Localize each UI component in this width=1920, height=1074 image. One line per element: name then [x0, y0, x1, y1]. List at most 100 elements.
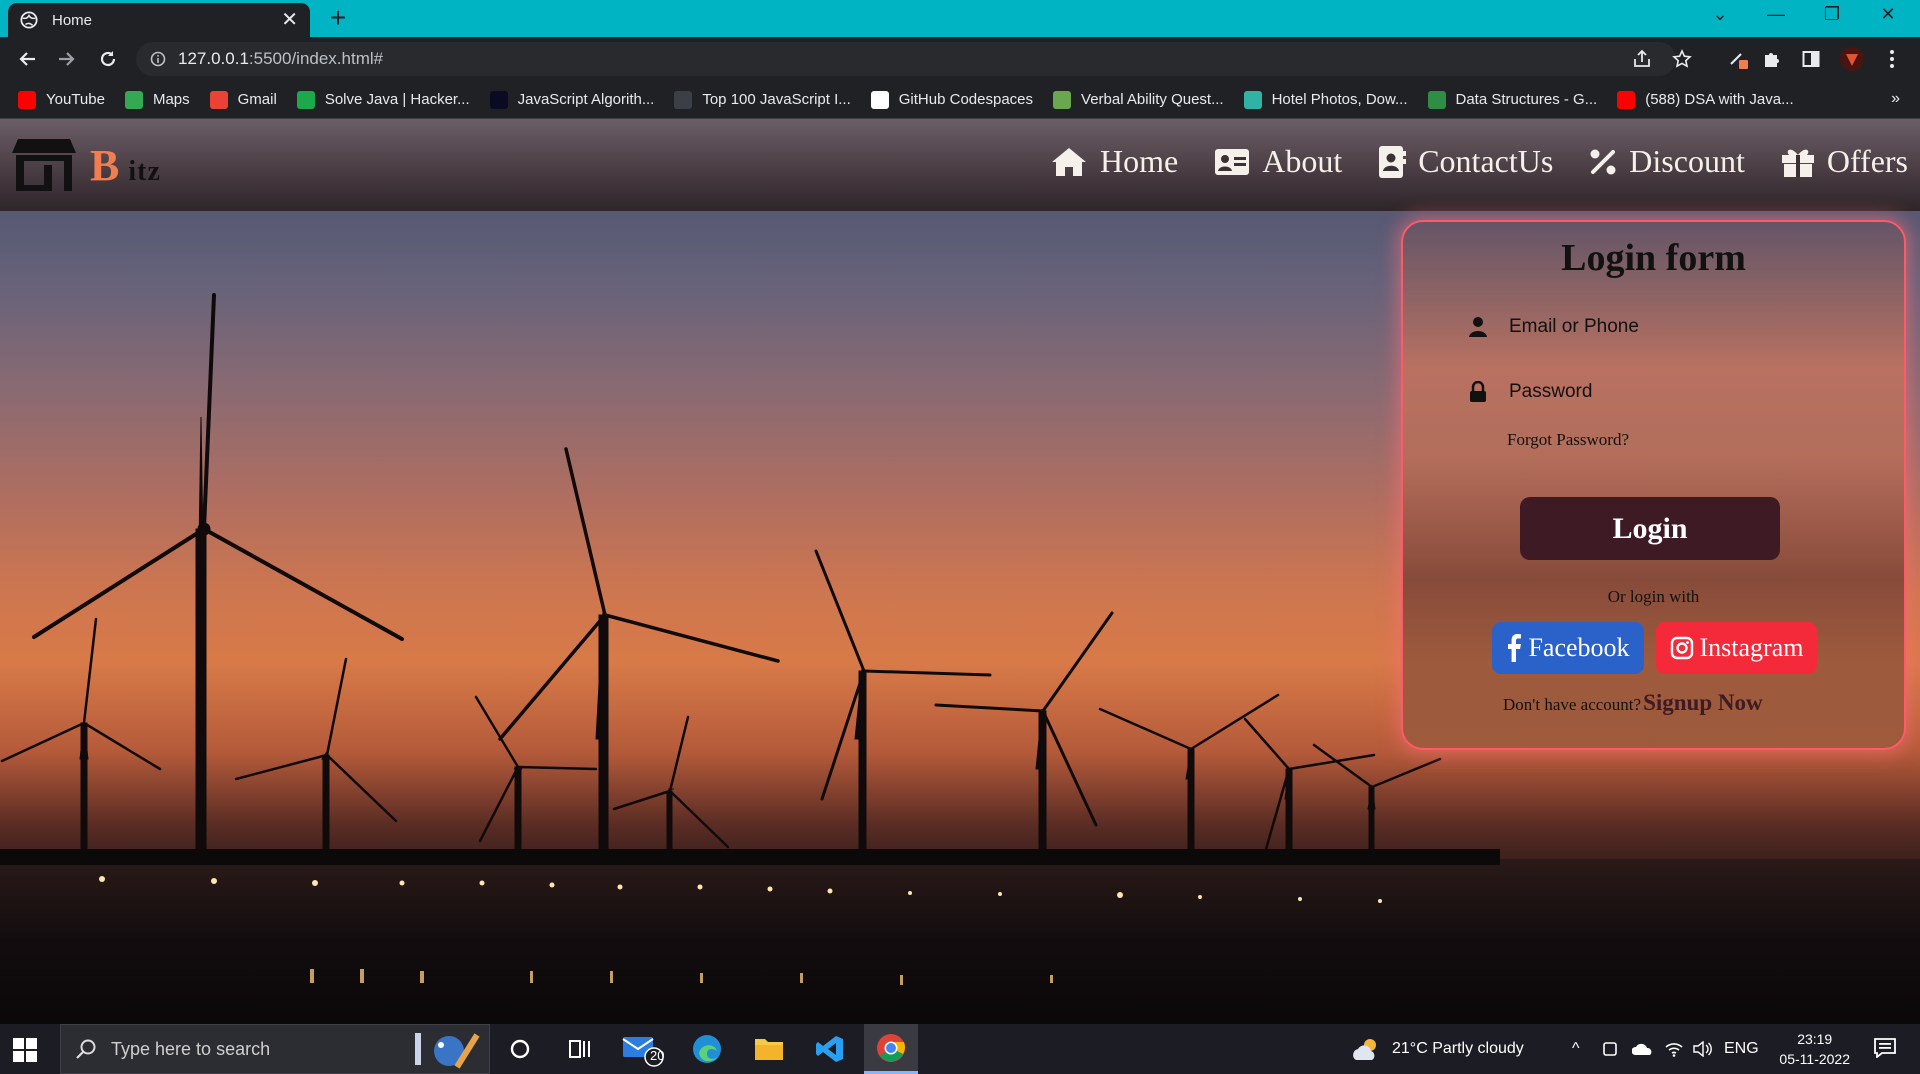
chrome-taskbar-button[interactable] [864, 1024, 918, 1074]
tray-chevron-icon[interactable]: ^ [1572, 1024, 1580, 1074]
nav-offers[interactable]: Offers [1781, 143, 1908, 180]
folder-icon [755, 1039, 783, 1060]
mail-app-button[interactable]: 20 [616, 1024, 670, 1074]
clock-time: 23:19 [1797, 1031, 1833, 1047]
bookmark-star-icon[interactable] [1668, 45, 1696, 73]
site-info-icon[interactable] [150, 51, 166, 67]
new-tab-button[interactable]: + [322, 2, 354, 34]
nav-home[interactable]: Home [1050, 143, 1178, 180]
forward-arrow-icon [59, 52, 75, 66]
instagram-icon [1670, 636, 1693, 660]
home-icon [1052, 147, 1086, 176]
chrome-menu-icon[interactable] [1878, 45, 1906, 73]
chrome-icon [877, 1033, 905, 1062]
bookmark-item[interactable]: Data Structures - G... [1427, 90, 1597, 109]
minimize-button[interactable]: — [1748, 0, 1804, 28]
percent-icon [1590, 149, 1616, 174]
bookmark-item[interactable]: Top 100 JavaScript I... [674, 90, 851, 109]
bookmark-label: YouTube [46, 91, 105, 108]
maps-icon [124, 90, 143, 109]
brand-logo[interactable]: B itz [12, 137, 161, 193]
bookmark-label: GitHub Codespaces [898, 91, 1034, 108]
nav-discount-label: Discount [1629, 143, 1745, 179]
file-explorer-button[interactable] [742, 1024, 796, 1074]
browser-tab-strip: Home ✕ + ⌄ — ❐ ✕ [0, 0, 1920, 37]
nav-discount[interactable]: Discount [1589, 143, 1745, 180]
tab-search-chevron-icon[interactable]: ⌄ [1692, 0, 1748, 28]
onedrive-cloud-icon[interactable] [1632, 1024, 1654, 1074]
taskbar-search-box[interactable] [60, 1024, 490, 1074]
forward-button[interactable] [50, 43, 82, 75]
restore-button[interactable]: ❐ [1804, 0, 1860, 28]
bookmark-label: Top 100 JavaScript I... [702, 91, 851, 108]
bookmark-item[interactable]: Solve Java | Hacker... [296, 90, 470, 109]
bookmark-item[interactable]: GitHub Codespaces [870, 90, 1034, 109]
nav-about-label: About [1262, 143, 1343, 179]
windows-taskbar: 20 21°C Partly cloudy ^ ENG 23:19 05-11-… [0, 1024, 1920, 1074]
reload-button[interactable] [92, 43, 124, 75]
meet-now-icon[interactable] [1601, 1024, 1619, 1074]
youtube-icon [18, 90, 36, 109]
bookmark-item[interactable]: (588) DSA with Java... [1617, 90, 1794, 109]
task-view-button[interactable] [553, 1024, 607, 1074]
vscode-button[interactable] [803, 1024, 857, 1074]
bookmarks-overflow-button[interactable]: » [1891, 90, 1900, 108]
nav-about[interactable]: About [1214, 143, 1342, 180]
login-card: Login form Forgot Password? Login Or log… [1401, 220, 1906, 750]
bookmark-label: Maps [152, 91, 190, 108]
back-button[interactable] [12, 43, 44, 75]
bookmark-item[interactable]: Gmail [209, 90, 277, 109]
clock[interactable]: 23:19 05-11-2022 [1779, 1029, 1850, 1069]
login-title: Login form [1561, 237, 1746, 279]
password-field-row [1465, 372, 1845, 412]
globe-icon [20, 11, 38, 29]
nav-home-label: Home [1100, 143, 1179, 179]
reload-icon [100, 51, 116, 67]
login-button[interactable]: Login [1520, 497, 1780, 560]
close-window-button[interactable]: ✕ [1860, 0, 1916, 28]
hackerrank-icon [296, 90, 315, 109]
profile-avatar-icon[interactable] [1838, 45, 1866, 73]
side-panel-icon[interactable] [1797, 45, 1825, 73]
bookmark-item[interactable]: Verbal Ability Quest... [1053, 90, 1224, 109]
wifi-icon[interactable] [1664, 1024, 1684, 1074]
notification-center-icon[interactable] [1874, 1038, 1896, 1058]
site-header: B itz Home About ContactUs Discount Offe… [0, 119, 1920, 211]
bookmarks-bar: YouTube Maps Gmail Solve Java | Hacker... Ja… [0, 81, 1920, 119]
back-arrow-icon [19, 52, 35, 66]
instagram-login-button[interactable]: Instagram [1656, 622, 1817, 674]
mail-badge-count: 20 [650, 1048, 665, 1063]
bookmark-label: Hotel Photos, Dow... [1271, 91, 1408, 108]
bookmark-item[interactable]: JavaScript Algorith... [489, 90, 654, 109]
taskbar-search-input[interactable] [111, 1038, 411, 1060]
leaf-icon [1053, 90, 1072, 109]
weather-widget[interactable]: 21°C Partly cloudy [1352, 1024, 1524, 1074]
password-input[interactable] [1509, 375, 1829, 409]
bookmark-item[interactable]: Maps [124, 90, 190, 109]
windows-start-icon[interactable] [12, 1037, 38, 1063]
bookmark-item[interactable]: Hotel Photos, Dow... [1243, 90, 1408, 109]
weather-text: 21°C Partly cloudy [1392, 1040, 1524, 1057]
email-input[interactable] [1509, 310, 1829, 344]
cortana-button[interactable] [493, 1024, 547, 1074]
facebook-login-button[interactable]: Facebook [1492, 622, 1644, 674]
bookmark-item[interactable]: YouTube [18, 90, 105, 109]
signup-prompt: Don't have account? Signup Now [1503, 690, 1763, 716]
signup-link[interactable]: Signup Now [1643, 690, 1763, 716]
edge-browser-button[interactable] [680, 1024, 734, 1074]
tab-home[interactable]: Home ✕ [8, 3, 310, 37]
share-icon[interactable] [1628, 45, 1656, 73]
language-indicator[interactable]: ENG [1724, 1024, 1759, 1074]
vscode-icon [816, 1036, 843, 1062]
tab-close-icon[interactable]: ✕ [281, 10, 298, 30]
nav-contactus[interactable]: ContactUs [1378, 143, 1553, 180]
youtube-icon [1617, 90, 1636, 109]
facebook-label: Facebook [1528, 633, 1630, 662]
extensions-puzzle-icon[interactable] [1758, 45, 1786, 73]
extension-dropper-icon[interactable] [1724, 45, 1752, 73]
volume-icon[interactable] [1692, 1024, 1712, 1074]
or-login-with-text: Or login with [1607, 587, 1700, 606]
instagram-label: Instagram [1699, 633, 1804, 662]
address-bar[interactable]: 127.0.0.1:5500/index.html# [136, 42, 1676, 76]
forgot-password-link[interactable]: Forgot Password? [1507, 430, 1629, 450]
